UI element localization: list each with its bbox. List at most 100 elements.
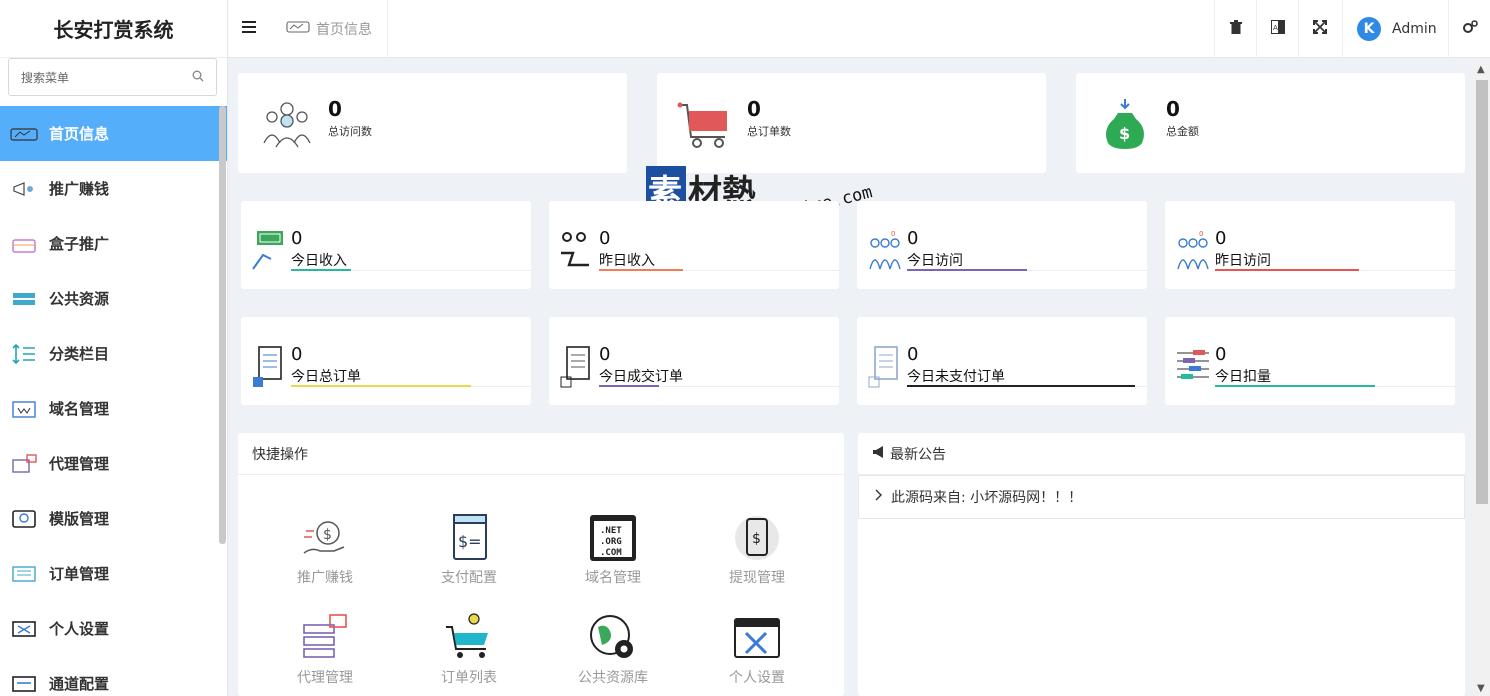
- stat-underline: [291, 269, 351, 271]
- quick-action-settings[interactable]: 个人设置: [702, 613, 812, 687]
- svg-text:$: $: [752, 531, 761, 547]
- sidebar-item-label: 代理管理: [49, 455, 110, 473]
- stat-underline: [291, 385, 471, 387]
- search-input[interactable]: 搜索菜单: [8, 58, 217, 96]
- scroll-thumb[interactable]: [1476, 80, 1488, 504]
- app-title: 长安打赏系统: [0, 0, 227, 58]
- stat-label: 昨日访问: [1215, 253, 1271, 269]
- sidebar-item-promote[interactable]: 推广赚钱: [0, 161, 227, 216]
- quick-action-label: 订单列表: [441, 670, 497, 686]
- search-icon[interactable]: [192, 70, 204, 85]
- stat-card-small: 0 0 今日访问: [857, 201, 1147, 289]
- sidebar-item-agent[interactable]: 代理管理: [0, 436, 227, 491]
- order-total-icon: [251, 345, 285, 389]
- sidebar: 长安打赏系统 搜索菜单 首页信息 推广赚钱 盒子推广 公共资源 分类栏目 域名管…: [0, 0, 228, 696]
- quick-action-domain[interactable]: .NET .ORG .COM 域名管理: [558, 513, 668, 587]
- notice-text: 此源码来自: 小坏源码网！！！: [891, 490, 1083, 506]
- breadcrumb-label: 首页信息: [316, 22, 372, 38]
- stat-value: 0: [1166, 97, 1180, 121]
- quick-actions-title: 快捷操作: [238, 433, 844, 475]
- agent-server-icon: [300, 613, 350, 663]
- sidebar-item-resource[interactable]: 公共资源: [0, 271, 227, 326]
- stat-label: 今日总订单: [291, 369, 361, 385]
- globe-gear-icon: [588, 613, 638, 663]
- tools-window-icon: [732, 613, 782, 663]
- stat-label: 今日未支付订单: [907, 369, 1005, 385]
- stat-card-small: 0 今日未支付订单: [857, 317, 1147, 405]
- payment-config-icon: $=: [444, 513, 494, 563]
- sidebar-item-template[interactable]: 模版管理: [0, 491, 227, 546]
- svg-text:$=: $=: [458, 532, 482, 551]
- stat-card-total-orders: 0 总订单数: [657, 73, 1046, 173]
- stat-label: 昨日收入: [599, 253, 655, 269]
- stat-value: 0: [291, 344, 303, 365]
- quick-action-withdraw[interactable]: $ 提现管理: [702, 513, 812, 587]
- scroll-down-icon[interactable]: ▼: [1477, 683, 1485, 694]
- megaphone-icon: [872, 445, 886, 462]
- quick-action-label: 推广赚钱: [297, 570, 353, 586]
- yesterday-income-icon: [559, 229, 593, 273]
- quick-action-label: 个人设置: [729, 670, 785, 686]
- quick-actions-panel: 快捷操作 $ 推广赚钱 $= 支付配置 .NET .ORG .COM 域名管理 $ …: [238, 433, 844, 696]
- fullscreen-button[interactable]: [1298, 0, 1340, 58]
- stat-card-small: 0 今日总订单: [241, 317, 531, 405]
- topbar: 首页信息 A K Admin: [228, 0, 1490, 58]
- stat-value: 0: [747, 97, 761, 121]
- sidebar-item-label: 公共资源: [49, 290, 110, 308]
- stat-value: 0: [907, 344, 919, 365]
- visitors-icon: [258, 97, 316, 151]
- quick-action-resource[interactable]: 公共资源库: [558, 613, 668, 687]
- sidebar-item-channel[interactable]: 通道配置: [0, 656, 227, 696]
- stat-label: 今日扣量: [1215, 369, 1271, 385]
- stat-value: 0: [1215, 228, 1227, 249]
- sidebar-item-box[interactable]: 盒子推广: [0, 216, 227, 271]
- sidebar-item-settings[interactable]: 个人设置: [0, 601, 227, 656]
- translate-button[interactable]: A: [1256, 0, 1298, 58]
- sidebar-item-domain[interactable]: 域名管理: [0, 381, 227, 436]
- stat-underline: [1215, 269, 1359, 271]
- quick-action-promote[interactable]: $ 推广赚钱: [270, 513, 380, 587]
- gears-icon: [1462, 20, 1478, 38]
- stat-label: 今日访问: [907, 253, 963, 269]
- stat-card-small: 0 今日成交订单: [549, 317, 839, 405]
- megaphone-icon: [10, 178, 38, 200]
- sidebar-scrollbar[interactable]: [219, 106, 226, 544]
- sidebar-item-label: 域名管理: [49, 400, 110, 418]
- stat-underline: [599, 385, 659, 387]
- user-menu[interactable]: K Admin: [1342, 0, 1448, 58]
- sidebar-item-label: 首页信息: [49, 125, 110, 143]
- quick-action-label: 公共资源库: [578, 670, 648, 686]
- scroll-up-icon[interactable]: ▲: [1477, 64, 1485, 75]
- svg-text:0: 0: [891, 230, 895, 238]
- withdraw-icon: $: [732, 513, 782, 563]
- box-icon: [10, 233, 38, 255]
- domain-list-icon: .NET .ORG .COM: [588, 513, 638, 563]
- settings-button[interactable]: [1448, 0, 1490, 58]
- stat-value: 0: [328, 97, 342, 121]
- quick-action-orders[interactable]: 订单列表: [414, 613, 524, 687]
- breadcrumb[interactable]: 首页信息: [286, 0, 388, 58]
- visit-icon: 0: [867, 229, 901, 273]
- stat-label: 总订单数: [747, 125, 791, 138]
- trash-icon: [1229, 20, 1242, 38]
- menu-toggle-icon[interactable]: [242, 18, 256, 39]
- svg-text:A: A: [1273, 24, 1278, 32]
- agent-icon: [10, 453, 38, 475]
- main-scrollbar[interactable]: ▲ ▼: [1474, 62, 1490, 696]
- notice-item[interactable]: 此源码来自: 小坏源码网！！！: [858, 475, 1465, 519]
- sidebar-item-label: 个人设置: [49, 620, 110, 638]
- sidebar-item-category[interactable]: 分类栏目: [0, 326, 227, 381]
- visit-icon: 0: [1175, 229, 1209, 273]
- quick-action-label: 支付配置: [441, 570, 497, 586]
- notice-panel: 最新公告 此源码来自: 小坏源码网！！！: [858, 433, 1465, 696]
- quick-action-agent[interactable]: 代理管理: [270, 613, 380, 687]
- clear-cache-button[interactable]: [1214, 0, 1256, 58]
- sidebar-item-home[interactable]: 首页信息: [0, 106, 227, 161]
- quick-action-payment[interactable]: $= 支付配置: [414, 513, 524, 587]
- stat-value: 0: [599, 344, 611, 365]
- cart-icon: [677, 97, 735, 151]
- svg-text:$: $: [1119, 124, 1130, 143]
- deduct-icon: [1175, 345, 1209, 389]
- sidebar-item-order[interactable]: 订单管理: [0, 546, 227, 601]
- search-placeholder: 搜索菜单: [21, 70, 70, 85]
